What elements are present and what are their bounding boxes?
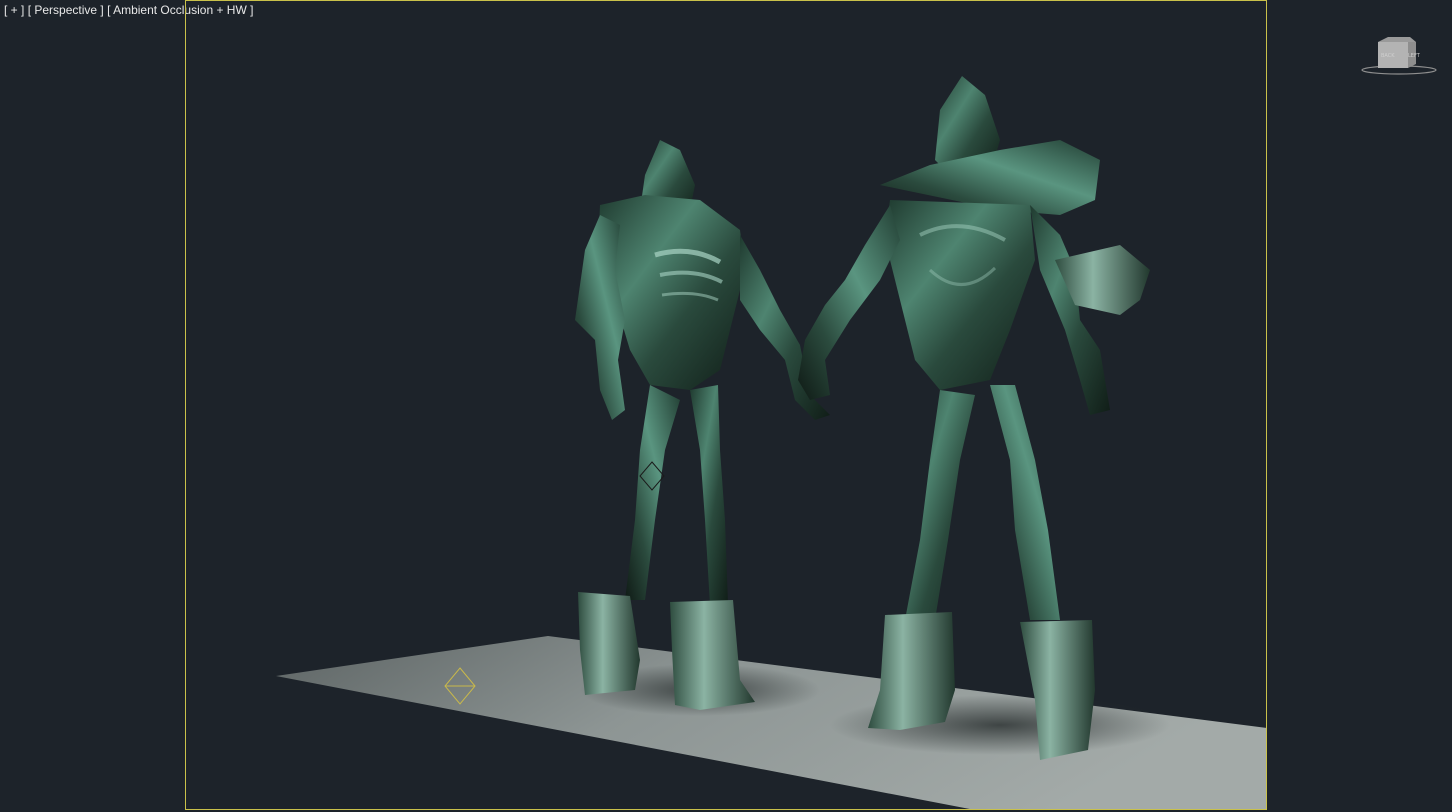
character-right[interactable] [798,76,1150,760]
character-left[interactable] [575,140,830,710]
viewcube-face-label: BACK [1381,53,1395,59]
viewport-scene[interactable] [0,0,1452,812]
viewcube-icon[interactable]: BACK LEFT [1360,34,1438,78]
viewcube-side-label: LEFT [1408,53,1421,59]
